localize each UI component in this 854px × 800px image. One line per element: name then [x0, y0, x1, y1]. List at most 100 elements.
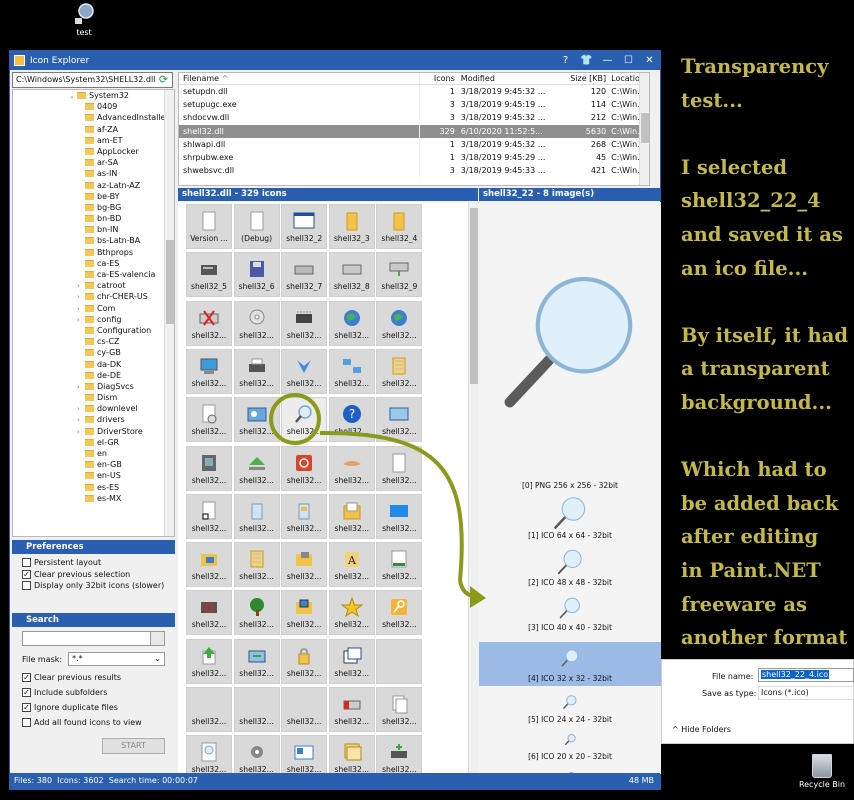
icon-cell[interactable]: shell32...	[376, 542, 423, 588]
tree-item[interactable]: cy-GB	[13, 347, 174, 358]
file-row[interactable]: shrpubw.exe 1 3/18/2019 9:45:29 ... 45 C:\Wi…	[179, 150, 649, 165]
tree-item[interactable]: am-ET	[13, 135, 174, 146]
tree-item[interactable]: › config	[13, 314, 174, 325]
file-row[interactable]: shdocvw.dll 3 3/18/2019 9:45:32 ... 212 C:\W…	[179, 111, 649, 125]
minimize-button[interactable]: —	[597, 55, 618, 66]
icon-cell[interactable]: shell32...	[376, 687, 423, 732]
skin-button[interactable]: 👕	[576, 55, 597, 66]
icon-cell[interactable]: shell32...	[233, 687, 280, 732]
icon-grid[interactable]: Version ... (Debug) shell32_2 shell32_3 shel…	[178, 202, 468, 774]
tree-item[interactable]: be-BY	[13, 191, 174, 202]
icon-cell[interactable]: shell32...	[186, 348, 232, 394]
icon-cell[interactable]: shell32...	[281, 590, 328, 636]
icon-cell[interactable]: shell32...	[281, 638, 328, 684]
checkbox[interactable]	[22, 718, 31, 727]
tree-item[interactable]: ca-ES-valencia	[13, 269, 174, 280]
icon-cell[interactable]: shell32...	[233, 638, 280, 684]
tree-item[interactable]: bn-IN	[13, 224, 174, 235]
hide-folders-button[interactable]: ^ Hide Folders	[672, 725, 731, 734]
icon-cell[interactable]: shell32...	[376, 397, 423, 443]
file-row[interactable]: setupdn.dll 1 3/18/2019 9:45:32 ... 120 C:\W…	[179, 85, 649, 99]
icon-cell[interactable]: shell32...	[328, 300, 375, 346]
checkbox[interactable]: ✓	[22, 569, 31, 579]
checkbox-option[interactable]: Add all found icons to view	[12, 715, 175, 730]
icon-cell[interactable]: shell32_4	[376, 204, 423, 249]
tree-item[interactable]: Dism	[13, 392, 174, 403]
icon-cell[interactable]: shell32...	[186, 687, 232, 732]
icon-cell[interactable]: shell32...	[186, 735, 232, 774]
col-size[interactable]: Size [KB]	[557, 73, 608, 84]
tree-item[interactable]: ca-ES	[13, 258, 174, 269]
icon-cell[interactable]: shell32...	[186, 590, 232, 636]
tree-item-root[interactable]: ⌄ System32	[13, 90, 174, 101]
icon-cell[interactable]: shell32_3	[328, 204, 375, 249]
tree-item[interactable]: Configuration	[13, 325, 174, 336]
icon-cell[interactable]: shell32...	[376, 445, 423, 491]
icon-cell[interactable]: shell32...	[376, 735, 423, 774]
checkbox[interactable]: ✓	[22, 688, 31, 697]
tree-item[interactable]: › catroot	[13, 280, 174, 291]
col-icons[interactable]: Icons	[420, 73, 458, 84]
tree-scrollbar[interactable]	[164, 90, 174, 536]
tree-item[interactable]: Bthprops	[13, 247, 174, 258]
icon-cell[interactable]: shell32...	[281, 445, 328, 491]
tree-item[interactable]: AppLocker	[13, 146, 174, 157]
preview-image-item[interactable]: [4] ICO 32 x 32 - 32bit	[479, 642, 661, 686]
tree-item[interactable]: cs-CZ	[13, 336, 174, 347]
tree-item[interactable]: af-ZA	[13, 124, 174, 135]
icon-cell[interactable]: shell32...	[376, 493, 423, 539]
icon-cell[interactable]: shell32...	[233, 300, 280, 346]
icon-cell[interactable]: shell32...	[186, 493, 232, 539]
refresh-icon[interactable]: ⟳	[157, 74, 170, 86]
icon-cell[interactable]: shell32...	[233, 397, 280, 443]
tree-item[interactable]: › downlevel	[13, 403, 174, 414]
checkbox-option[interactable]: ✓ Clear previous selection	[12, 569, 175, 581]
tree-item[interactable]: bg-BG	[13, 202, 174, 213]
file-row[interactable]: shlwapi.dll 1 3/18/2019 9:45:32 ... 268 C:\W…	[179, 137, 649, 151]
tree-item[interactable]: en	[13, 448, 174, 459]
tree-item[interactable]: bn-BD	[13, 213, 174, 224]
checkbox[interactable]: ✓	[22, 703, 31, 712]
checkbox[interactable]	[22, 581, 31, 591]
icon-cell[interactable]: shell32...	[186, 397, 232, 443]
file-row[interactable]: setupugc.exe 3 3/18/2019 9:45:19 ... 114 C:\…	[179, 98, 649, 112]
start-button[interactable]: START	[102, 738, 165, 754]
tree-item[interactable]: bs-Latn-BA	[13, 235, 174, 246]
icon-cell[interactable]: shell32...	[376, 300, 423, 346]
tree-item[interactable]: ar-SA	[13, 157, 174, 168]
tree-item[interactable]: › DiagSvcs	[13, 381, 174, 392]
tree-item[interactable]: › DriverStore	[13, 426, 174, 437]
icon-cell[interactable]: shell32...	[233, 542, 280, 588]
search-folder-input[interactable]	[22, 631, 165, 646]
icon-cell[interactable]: shell32...	[233, 590, 280, 636]
filename-input[interactable]: shell32_22_4.ico	[758, 668, 854, 682]
file-row[interactable]: shell32.dll 329 6/10/2020 11:52:5... 5630 C:…	[179, 124, 649, 138]
icon-cell[interactable]: shell32...	[328, 348, 375, 394]
icon-cell[interactable]: shell32_2	[281, 204, 328, 249]
icon-cell[interactable]: shell32...	[281, 300, 328, 346]
preview-image-item[interactable]: [0] PNG 256 x 256 - 32bit	[479, 202, 661, 493]
icon-cell[interactable]: shell32...	[186, 300, 232, 346]
icon-cell[interactable]: Version ...	[186, 204, 232, 249]
desktop-test-icon[interactable]: test	[62, 2, 106, 37]
tree-item[interactable]: › chr-CHER-US	[13, 291, 174, 302]
checkbox-option[interactable]: Display only 32bit icons (slower)	[12, 580, 175, 592]
col-modified[interactable]: Modified	[458, 73, 558, 84]
icon-cell[interactable]: shell32...	[186, 445, 232, 491]
icon-cell[interactable]: shell32...	[281, 542, 328, 588]
help-button[interactable]: ?	[555, 55, 576, 66]
tree-item[interactable]: es-ES	[13, 482, 174, 493]
checkbox[interactable]: ✓	[22, 673, 31, 682]
icon-cell[interactable]: shell32...	[328, 445, 375, 491]
preview-image-item[interactable]: [2] ICO 48 x 48 - 32bit	[479, 545, 661, 590]
browse-folder-icon[interactable]	[150, 632, 164, 645]
icon-cell[interactable]: shell32...	[281, 493, 328, 539]
tree-item[interactable]: › Com	[13, 303, 174, 314]
tree-item[interactable]: › drivers	[13, 414, 174, 425]
tree-item[interactable]: az-Latn-AZ	[13, 180, 174, 191]
icon-cell[interactable]: shell32...	[186, 638, 232, 684]
icon-cell[interactable]: shell32_5	[186, 252, 232, 298]
col-filename[interactable]: Filename ^	[179, 73, 420, 84]
icon-cell[interactable]: shell32...	[281, 735, 328, 774]
close-button[interactable]: ✕	[639, 55, 660, 66]
